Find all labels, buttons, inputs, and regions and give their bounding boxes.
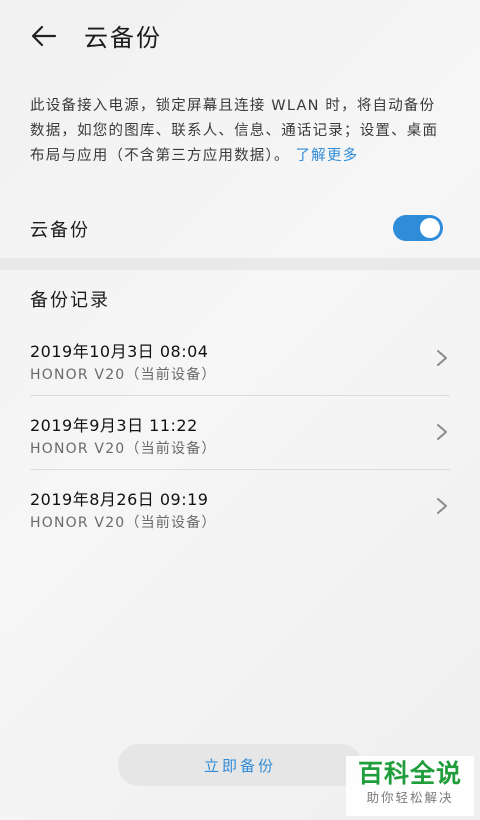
record-date: 2019年8月26日 09:19 xyxy=(30,490,209,509)
back-button[interactable] xyxy=(22,16,66,56)
backup-records-title: 备份记录 xyxy=(30,290,110,311)
record-device: HONOR V20（当前设备） xyxy=(30,441,217,457)
page-title: 云备份 xyxy=(84,24,162,52)
backup-records-list: 2019年10月3日 08:04 HONOR V20（当前设备） 2019年9月… xyxy=(0,322,480,544)
watermark-sub-text: 助你轻松解决 xyxy=(366,790,454,805)
record-date: 2019年10月3日 08:04 xyxy=(30,342,209,361)
cloud-backup-label: 云备份 xyxy=(30,220,90,241)
watermark-main-text: 百科全说 xyxy=(357,759,462,788)
header: 云备份 xyxy=(0,0,480,70)
backup-description: 此设备接入电源，锁定屏幕且连接 WLAN 时，将自动备份数据，如您的图库、联系人… xyxy=(30,94,450,169)
chevron-right-icon xyxy=(437,424,447,440)
backup-record-item[interactable]: 2019年9月3日 11:22 HONOR V20（当前设备） xyxy=(0,396,480,470)
record-device: HONOR V20（当前设备） xyxy=(30,515,217,531)
cloud-backup-row: 云备份 xyxy=(0,200,480,258)
cloud-backup-page: 云备份 此设备接入电源，锁定屏幕且连接 WLAN 时，将自动备份数据，如您的图库… xyxy=(0,0,480,820)
description-text: 此设备接入电源，锁定屏幕且连接 WLAN 时，将自动备份数据，如您的图库、联系人… xyxy=(30,98,439,164)
switch-knob xyxy=(420,218,440,238)
section-divider xyxy=(0,258,480,270)
arrow-left-icon xyxy=(31,25,57,47)
watermark-logo: 百科全说 助你轻松解决 xyxy=(346,756,474,816)
backup-record-item[interactable]: 2019年10月3日 08:04 HONOR V20（当前设备） xyxy=(0,322,480,396)
record-device: HONOR V20（当前设备） xyxy=(30,367,217,383)
backup-now-button[interactable]: 立即备份 xyxy=(118,744,362,786)
chevron-right-icon xyxy=(437,350,447,366)
chevron-right-icon xyxy=(437,498,447,514)
learn-more-link[interactable]: 了解更多 xyxy=(295,148,358,164)
cloud-backup-switch[interactable] xyxy=(393,215,443,241)
record-date: 2019年9月3日 11:22 xyxy=(30,416,198,435)
backup-record-item[interactable]: 2019年8月26日 09:19 HONOR V20（当前设备） xyxy=(0,470,480,544)
